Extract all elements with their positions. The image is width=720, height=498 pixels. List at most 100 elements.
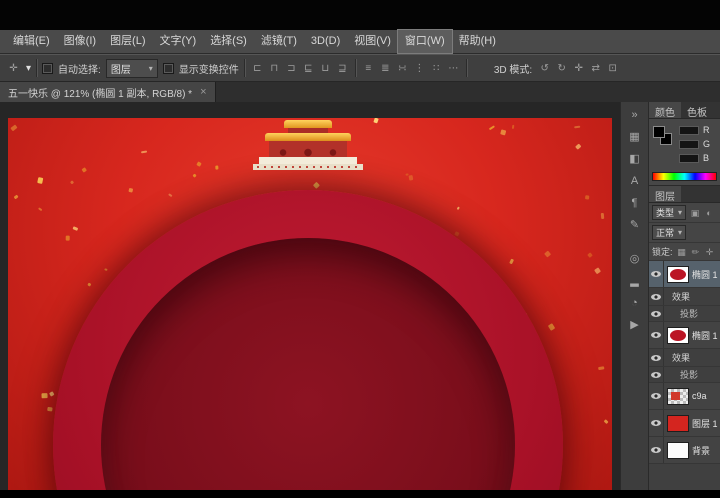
close-icon[interactable]: × bbox=[200, 86, 206, 98]
visibility-toggle[interactable] bbox=[649, 367, 664, 382]
3d-drag-icon[interactable]: ✛ bbox=[571, 61, 586, 76]
visibility-toggle[interactable] bbox=[649, 383, 664, 409]
layer-row[interactable]: 椭圆 1 bbox=[649, 322, 720, 349]
collapse-panels-icon[interactable]: » bbox=[623, 106, 647, 125]
confetti-piece bbox=[11, 125, 18, 132]
channel-label-g: G bbox=[703, 139, 710, 149]
effects-row[interactable]: 效果 bbox=[649, 349, 720, 367]
align-left-icon[interactable]: ⊏ bbox=[250, 61, 265, 76]
3d-slide-icon[interactable]: ⇄ bbox=[588, 61, 603, 76]
layer-filter-dropdown[interactable]: 类型 ▾ bbox=[652, 205, 686, 220]
distribute-center-icon[interactable]: ∷ bbox=[429, 61, 444, 76]
confetti-piece bbox=[14, 195, 19, 200]
lock-position-icon[interactable]: ✛ bbox=[704, 246, 716, 258]
auto-select-checkbox[interactable] bbox=[42, 63, 53, 74]
visibility-toggle[interactable] bbox=[649, 437, 664, 463]
layer-name: c9a bbox=[692, 391, 707, 401]
filter-pixel-layers-icon[interactable]: ▣ bbox=[689, 207, 701, 219]
visibility-toggle[interactable] bbox=[649, 349, 664, 366]
layer-thumbnail bbox=[667, 415, 689, 432]
menu-item-image[interactable]: 图像(I) bbox=[57, 30, 103, 53]
foreground-background-swatches[interactable] bbox=[653, 126, 673, 146]
info-panel-icon[interactable]: ◔ bbox=[623, 294, 647, 313]
align-right-icon[interactable]: ⊐ bbox=[284, 61, 299, 76]
align-center-horizontal-icon[interactable]: ⊓ bbox=[267, 61, 282, 76]
confetti-piece bbox=[168, 193, 173, 197]
channel-slider-g-icon[interactable] bbox=[679, 140, 699, 149]
channel-slider-r-icon[interactable] bbox=[679, 126, 699, 135]
auto-select-target-value: 图层 bbox=[111, 61, 131, 76]
color-spectrum-bar[interactable] bbox=[652, 172, 717, 181]
tab-swatches[interactable]: 色板 bbox=[681, 102, 713, 118]
menu-item-type[interactable]: 文字(Y) bbox=[153, 30, 204, 53]
align-bottom-icon[interactable]: ⊒ bbox=[335, 61, 350, 76]
distribute-right-icon[interactable]: ⋯ bbox=[446, 61, 461, 76]
options-divider bbox=[466, 59, 467, 77]
visibility-toggle[interactable] bbox=[649, 322, 664, 348]
filter-adjustment-layers-icon[interactable]: ◐ bbox=[703, 207, 715, 219]
color-panel-body: RGB bbox=[649, 119, 720, 186]
3d-mode-icon-group: ↺↻✛⇄⊡ bbox=[537, 61, 620, 76]
visibility-toggle[interactable] bbox=[649, 288, 664, 305]
layer-row[interactable]: c9a bbox=[649, 383, 720, 410]
tab-color[interactable]: 颜色 bbox=[649, 102, 681, 118]
menu-item-select[interactable]: 选择(S) bbox=[203, 30, 254, 53]
histogram-panel-icon[interactable]: ▂ bbox=[623, 272, 647, 291]
distribute-middle-icon[interactable]: ≣ bbox=[378, 61, 393, 76]
align-top-icon[interactable]: ⊑ bbox=[301, 61, 316, 76]
effects-row[interactable]: 投影 bbox=[649, 306, 720, 322]
distribute-left-icon[interactable]: ⋮ bbox=[412, 61, 427, 76]
visibility-toggle[interactable] bbox=[649, 261, 664, 287]
menu-item-help[interactable]: 帮助(H) bbox=[452, 30, 503, 53]
effects-label: 效果 bbox=[672, 290, 690, 303]
effects-row[interactable]: 效果 bbox=[649, 288, 720, 306]
tab-layers[interactable]: 图层 bbox=[649, 186, 681, 202]
paragraph-panel-icon[interactable]: ¶ bbox=[623, 194, 647, 213]
3d-roll-icon[interactable]: ↻ bbox=[554, 61, 569, 76]
document-tab[interactable]: 五一快乐 @ 121% (椭圆 1 副本, RGB/8) * × bbox=[0, 82, 216, 102]
blend-mode-dropdown[interactable]: 正常 ▾ bbox=[652, 225, 686, 240]
menu-item-3d[interactable]: 3D(D) bbox=[304, 30, 347, 53]
lock-transparency-icon[interactable]: ▦ bbox=[676, 246, 688, 258]
lock-label: 锁定: bbox=[652, 245, 673, 258]
styles-panel-icon[interactable]: ◧ bbox=[623, 150, 647, 169]
channel-label-b: B bbox=[703, 153, 709, 163]
canvas-area bbox=[0, 102, 620, 490]
confetti-piece bbox=[547, 324, 554, 332]
move-tool-preset-icon[interactable]: ✛ bbox=[6, 61, 21, 76]
menu-item-layer[interactable]: 图层(L) bbox=[103, 30, 152, 53]
confetti-piece bbox=[501, 129, 507, 135]
distribute-bottom-icon[interactable]: ∺ bbox=[395, 61, 410, 76]
confetti-piece bbox=[575, 144, 582, 151]
confetti-piece bbox=[81, 167, 87, 173]
lock-pixels-icon[interactable]: ✏ bbox=[690, 246, 702, 258]
menu-item-edit[interactable]: 编辑(E) bbox=[6, 30, 57, 53]
stage-circle-inner bbox=[101, 238, 515, 490]
distribute-top-icon[interactable]: ≡ bbox=[361, 61, 376, 76]
3d-rotate-icon[interactable]: ↺ bbox=[537, 61, 552, 76]
auto-select-target-dropdown[interactable]: 图层 ▾ bbox=[106, 59, 158, 78]
options-divider bbox=[244, 59, 245, 77]
visibility-toggle[interactable] bbox=[649, 410, 664, 436]
clone-source-panel-icon[interactable]: ◎ bbox=[623, 250, 647, 269]
layer-row[interactable]: 图层 1 bbox=[649, 410, 720, 437]
foreground-color-swatch[interactable] bbox=[653, 126, 665, 138]
menu-item-filter[interactable]: 滤镜(T) bbox=[254, 30, 304, 53]
layer-row[interactable]: 背景 bbox=[649, 437, 720, 464]
3d-scale-icon[interactable]: ⊡ bbox=[605, 61, 620, 76]
menu-item-window[interactable]: 窗口(W) bbox=[398, 30, 452, 53]
menu-item-view[interactable]: 视图(V) bbox=[347, 30, 398, 53]
show-transform-checkbox[interactable] bbox=[163, 63, 174, 74]
character-panel-icon[interactable]: A bbox=[623, 172, 647, 191]
align-middle-icon[interactable]: ⊔ bbox=[318, 61, 333, 76]
visibility-toggle[interactable] bbox=[649, 306, 664, 321]
color-channel-b: B bbox=[679, 153, 710, 163]
actions-panel-icon[interactable]: ▶ bbox=[623, 316, 647, 335]
canvas[interactable] bbox=[8, 118, 612, 490]
effects-label: 效果 bbox=[672, 351, 690, 364]
brush-panel-icon[interactable]: ✎ bbox=[623, 216, 647, 235]
layer-row[interactable]: 椭圆 1 副本 bbox=[649, 261, 720, 288]
adjustments-panel-icon[interactable]: ▦ bbox=[623, 128, 647, 147]
channel-slider-b-icon[interactable] bbox=[679, 154, 699, 163]
effects-row[interactable]: 投影 bbox=[649, 367, 720, 383]
